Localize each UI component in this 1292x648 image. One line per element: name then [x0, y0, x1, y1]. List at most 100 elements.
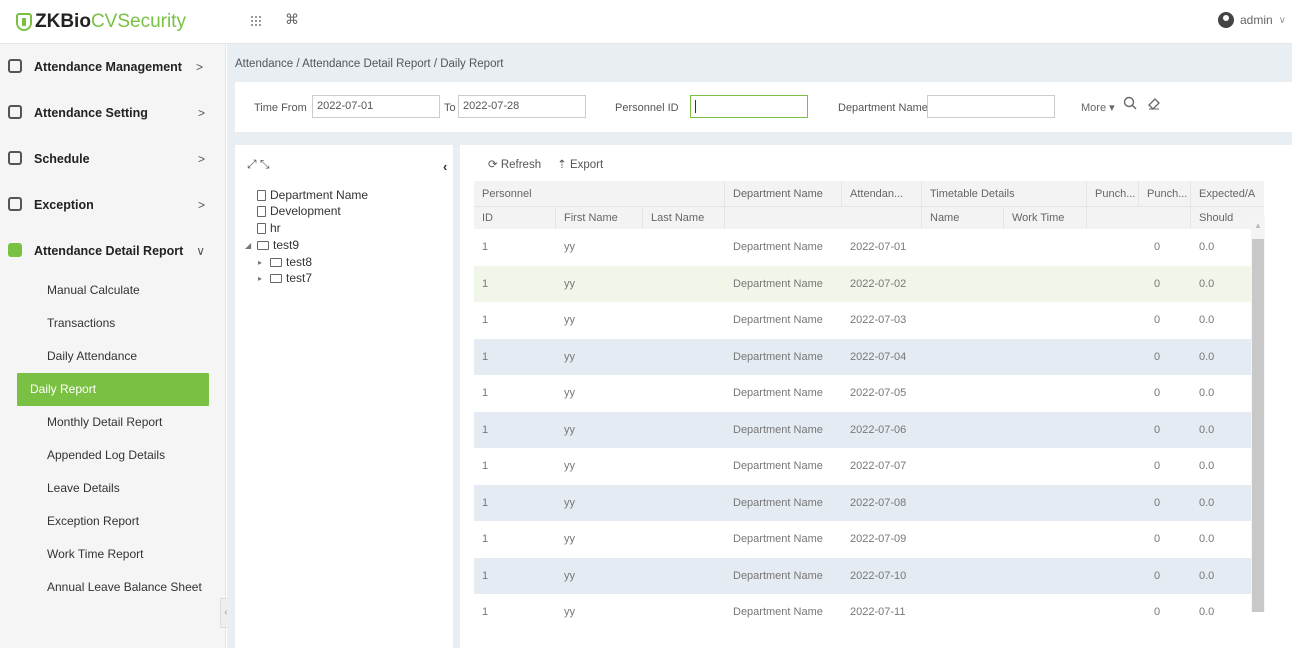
menu-exception[interactable]: Exception > [0, 182, 225, 228]
report-grid-panel: ⟳ Refresh ⇡ Export Personnel Department … [460, 145, 1292, 648]
personnel-id-input[interactable] [690, 95, 808, 118]
cell-attendance-date: 2022-07-05 [850, 387, 907, 400]
search-icon[interactable] [1123, 96, 1137, 114]
header-expected-actual[interactable]: Expected/A [1191, 181, 1264, 206]
cell-department-name: Department Name [733, 423, 823, 436]
header-last-name[interactable]: Last Name [643, 207, 725, 229]
header-punch-2[interactable]: Punch... [1139, 181, 1191, 206]
table-row[interactable]: 1 yy Department Name 2022-07-08 0 0.0 [474, 484, 1264, 521]
time-from-input[interactable]: 2022-07-01 [312, 95, 440, 118]
chevron-down-icon: ∨ [196, 244, 205, 258]
tree-collapsed-toggle-icon[interactable]: ▸ [258, 274, 266, 283]
header-first-name[interactable]: First Name [556, 207, 643, 229]
cell-should: 0.0 [1199, 460, 1215, 473]
table-row[interactable]: 1 yy Department Name 2022-07-06 0 0.0 [474, 411, 1264, 448]
sidebar-item-annual-leave-balance-sheet[interactable]: Annual Leave Balance Sheet [17, 571, 209, 604]
time-to-input[interactable]: 2022-07-28 [458, 95, 586, 118]
tree-expanded-toggle-icon[interactable]: ◢ [245, 241, 253, 250]
tree-collapsed-toggle-icon[interactable]: ▸ [258, 258, 266, 267]
cell-should: 0.0 [1199, 387, 1215, 400]
sidebar: Attendance Management > Attendance Setti… [0, 44, 226, 648]
header-timetable-details[interactable]: Timetable Details [922, 181, 1087, 206]
menu-attendance-management[interactable]: Attendance Management > [0, 44, 225, 90]
table-row[interactable]: 1 yy Department Name 2022-07-02 0 0.0 [474, 265, 1264, 302]
tree-node-development[interactable]: Development [257, 204, 341, 218]
more-filters-button[interactable]: More ▾ [1081, 101, 1115, 114]
command-icon[interactable]: ⌘ [285, 11, 299, 28]
header-id[interactable]: ID [474, 207, 556, 229]
sidebar-item-leave-details[interactable]: Leave Details [17, 472, 209, 505]
clear-eraser-icon[interactable] [1147, 96, 1161, 114]
sidebar-item-work-time-report[interactable]: Work Time Report [17, 538, 209, 571]
cell-id: 1 [482, 277, 489, 290]
tree-node-test7[interactable]: ▸ test7 [258, 271, 312, 285]
header-punch-blank [1087, 207, 1191, 229]
tree-node-hr[interactable]: hr [257, 221, 281, 235]
table-row[interactable]: 1 yy Department Name 2022-07-04 0 0.0 [474, 338, 1264, 375]
sidebar-item-monthly-detail-report[interactable]: Monthly Detail Report [17, 406, 209, 439]
sidebar-item-manual-calculate[interactable]: Manual Calculate [17, 274, 209, 307]
cell-first-name: yy [564, 277, 575, 290]
sidebar-item-daily-attendance[interactable]: Daily Attendance [17, 340, 209, 373]
tree-node-test9[interactable]: ◢ test9 [245, 238, 299, 252]
grid-icon[interactable] [250, 14, 262, 30]
cell-first-name: yy [564, 241, 575, 254]
tree-collapse-button[interactable]: ‹ [443, 159, 447, 174]
cell-first-name: yy [564, 606, 575, 619]
tree-node-test8[interactable]: ▸ test8 [258, 255, 312, 269]
scrollbar-thumb[interactable] [1252, 239, 1264, 612]
department-name-input[interactable] [927, 95, 1055, 118]
tree-node-label: test8 [286, 255, 313, 269]
expand-collapse-all-icon[interactable]: ⤢ ⤡ [247, 157, 270, 172]
table-row[interactable]: 1 yy Department Name 2022-07-03 0 0.0 [474, 302, 1264, 339]
header-punch-1[interactable]: Punch... [1087, 181, 1139, 206]
cell-department-name: Department Name [733, 387, 823, 400]
cell-punch-count: 0 [1154, 533, 1161, 546]
sidebar-item-transactions[interactable]: Transactions [17, 307, 209, 340]
table-row[interactable]: 1 yy Department Name 2022-07-01 0 0.0 [474, 229, 1264, 266]
cell-should: 0.0 [1199, 569, 1215, 582]
cell-id: 1 [482, 423, 489, 436]
header-attendance-date[interactable]: Attendan... [842, 181, 922, 206]
table-row[interactable]: 1 yy Department Name 2022-07-11 0 0.0 [474, 594, 1264, 631]
grid-vertical-scrollbar[interactable]: ▲ [1251, 217, 1265, 612]
cell-punch-count: 0 [1154, 496, 1161, 509]
cell-id: 1 [482, 460, 489, 473]
header-blank [725, 207, 922, 229]
export-button[interactable]: ⇡ Export [557, 157, 603, 171]
chevron-right-icon: > [195, 60, 203, 74]
cell-first-name: yy [564, 533, 575, 546]
document-icon [257, 189, 266, 201]
sidebar-item-appended-log-details[interactable]: Appended Log Details [17, 439, 209, 472]
cell-id: 1 [482, 606, 489, 619]
table-row[interactable]: 1 yy Department Name 2022-07-07 0 0.0 [474, 448, 1264, 485]
table-row[interactable]: 1 yy Department Name 2022-07-09 0 0.0 [474, 521, 1264, 558]
user-menu[interactable]: admin ∨ [1217, 12, 1286, 28]
user-name: admin [1239, 13, 1273, 27]
header-personnel[interactable]: Personnel [474, 181, 725, 206]
app-logo[interactable]: ZKBio CVSecurity [16, 9, 186, 35]
grid-sub-header: ID First Name Last Name Name Work Time S… [474, 206, 1264, 229]
menu-attendance-setting[interactable]: Attendance Setting > [0, 90, 225, 136]
schedule-icon [8, 151, 22, 165]
cell-attendance-date: 2022-07-10 [850, 569, 907, 582]
menu-attendance-detail-report[interactable]: Attendance Detail Report ∨ [0, 228, 225, 274]
cell-first-name: yy [564, 387, 575, 400]
cell-id: 1 [482, 387, 489, 400]
table-row[interactable]: 1 yy Department Name 2022-07-10 0 0.0 [474, 557, 1264, 594]
breadcrumb: Attendance / Attendance Detail Report / … [235, 58, 504, 70]
sidebar-item-daily-report[interactable]: Daily Report [17, 373, 209, 406]
cell-attendance-date: 2022-07-01 [850, 241, 907, 254]
scroll-up-arrow-icon[interactable]: ▲ [1254, 221, 1262, 230]
header-work-time[interactable]: Work Time [1004, 207, 1087, 229]
menu-schedule[interactable]: Schedule > [0, 136, 225, 182]
tree-node-department-name[interactable]: Department Name [257, 188, 368, 202]
cell-id: 1 [482, 350, 489, 363]
table-row[interactable]: 1 yy Department Name 2022-07-05 0 0.0 [474, 375, 1264, 412]
document-icon [257, 222, 266, 234]
sidebar-item-exception-report[interactable]: Exception Report [17, 505, 209, 538]
document-icon [257, 205, 266, 217]
header-department-name[interactable]: Department Name [725, 181, 842, 206]
header-timetable-name[interactable]: Name [922, 207, 1004, 229]
refresh-button[interactable]: ⟳ Refresh [488, 157, 541, 171]
